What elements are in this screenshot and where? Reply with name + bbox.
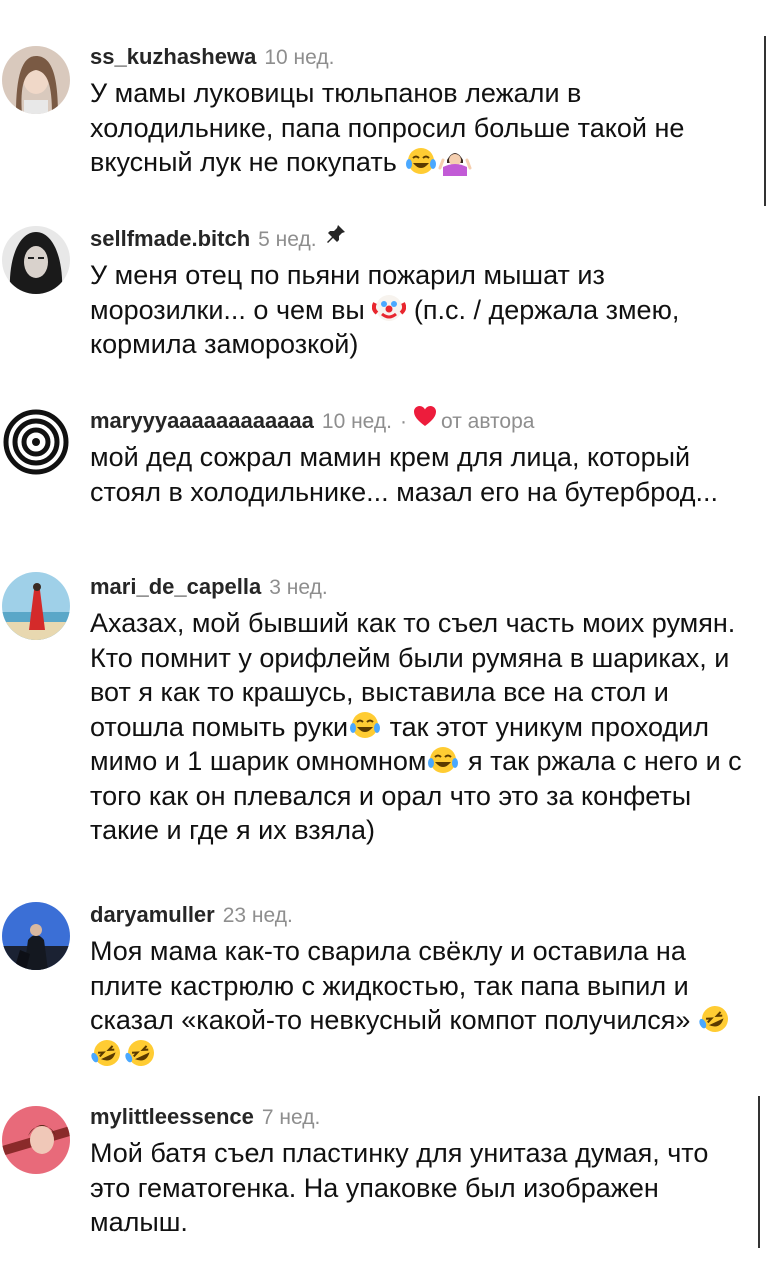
shrug-emoji-icon bbox=[438, 146, 472, 176]
comment-text-part: Мой батя съел пластинку для унитаза дума… bbox=[90, 1138, 709, 1237]
edge-divider bbox=[758, 1096, 760, 1248]
rofl-emoji-icon bbox=[124, 1038, 158, 1068]
joy-emoji-icon bbox=[426, 745, 460, 775]
comment-meta: sellfmade.bitch 5 нед. bbox=[90, 224, 756, 254]
joy-emoji-icon bbox=[348, 710, 382, 740]
comment-text: Мой батя съел пластинку для унитаза дума… bbox=[90, 1136, 756, 1240]
timestamp: 10 нед. bbox=[264, 46, 335, 69]
username[interactable]: mylittleessence bbox=[90, 1104, 254, 1129]
username[interactable]: sellfmade.bitch bbox=[90, 226, 250, 251]
timestamp: 7 нед. bbox=[261, 1106, 321, 1129]
comment-meta: daryamuller 23 нед. bbox=[90, 900, 756, 930]
comment-text-part: Моя мама как-то сварила свёклу и оставил… bbox=[90, 936, 691, 1035]
comment-meta: mari_de_capella 3 нед. bbox=[90, 572, 756, 602]
timestamp: 3 нед. bbox=[269, 576, 328, 599]
username[interactable]: maryyyaaaaaaaaaaaa bbox=[90, 408, 314, 433]
liked-by-author-label: от автора bbox=[441, 410, 535, 433]
avatar[interactable] bbox=[2, 572, 70, 640]
avatar[interactable] bbox=[2, 226, 70, 294]
rofl-emoji-icon bbox=[698, 1004, 732, 1034]
comment-meta: mylittleessence 7 нед. bbox=[90, 1102, 756, 1132]
comment-text: У мамы луковицы тюльпанов лежали в холод… bbox=[90, 76, 756, 180]
avatar[interactable] bbox=[2, 902, 70, 970]
avatar[interactable] bbox=[2, 46, 70, 114]
comment-meta: ss_kuzhashewa 10 нед. bbox=[90, 42, 756, 72]
comment-text: У меня отец по пьяни пожарил мышат из мо… bbox=[90, 258, 756, 362]
heart-icon[interactable] bbox=[413, 405, 437, 438]
separator-dot: · bbox=[400, 410, 407, 433]
timestamp: 23 нед. bbox=[222, 904, 293, 927]
joy-emoji-icon bbox=[404, 146, 438, 176]
timestamp: 5 нед. bbox=[258, 228, 317, 251]
comment-text-part: мой дед сожрал мамин крем для лица, кото… bbox=[90, 442, 718, 507]
pin-icon bbox=[325, 223, 347, 256]
username[interactable]: daryamuller bbox=[90, 902, 215, 927]
comment-meta: maryyyaaaaaaaaaaaa 10 нед. · от автора bbox=[90, 406, 756, 436]
edge-divider bbox=[764, 36, 766, 206]
username[interactable]: ss_kuzhashewa bbox=[90, 44, 256, 69]
comment-text-part: У мамы луковицы тюльпанов лежали в холод… bbox=[90, 78, 685, 177]
timestamp: 10 нед. bbox=[321, 410, 392, 433]
avatar[interactable] bbox=[2, 1106, 70, 1174]
comment-text: Ахазах, мой бывший как то съел часть мои… bbox=[90, 606, 756, 848]
comment-text: мой дед сожрал мамин крем для лица, кото… bbox=[90, 440, 756, 509]
clown-emoji-icon bbox=[372, 293, 407, 323]
avatar[interactable] bbox=[2, 408, 70, 476]
username[interactable]: mari_de_capella bbox=[90, 574, 261, 599]
comment-text: Моя мама как-то сварила свёклу и оставил… bbox=[90, 934, 756, 1072]
rofl-emoji-icon bbox=[90, 1038, 124, 1068]
